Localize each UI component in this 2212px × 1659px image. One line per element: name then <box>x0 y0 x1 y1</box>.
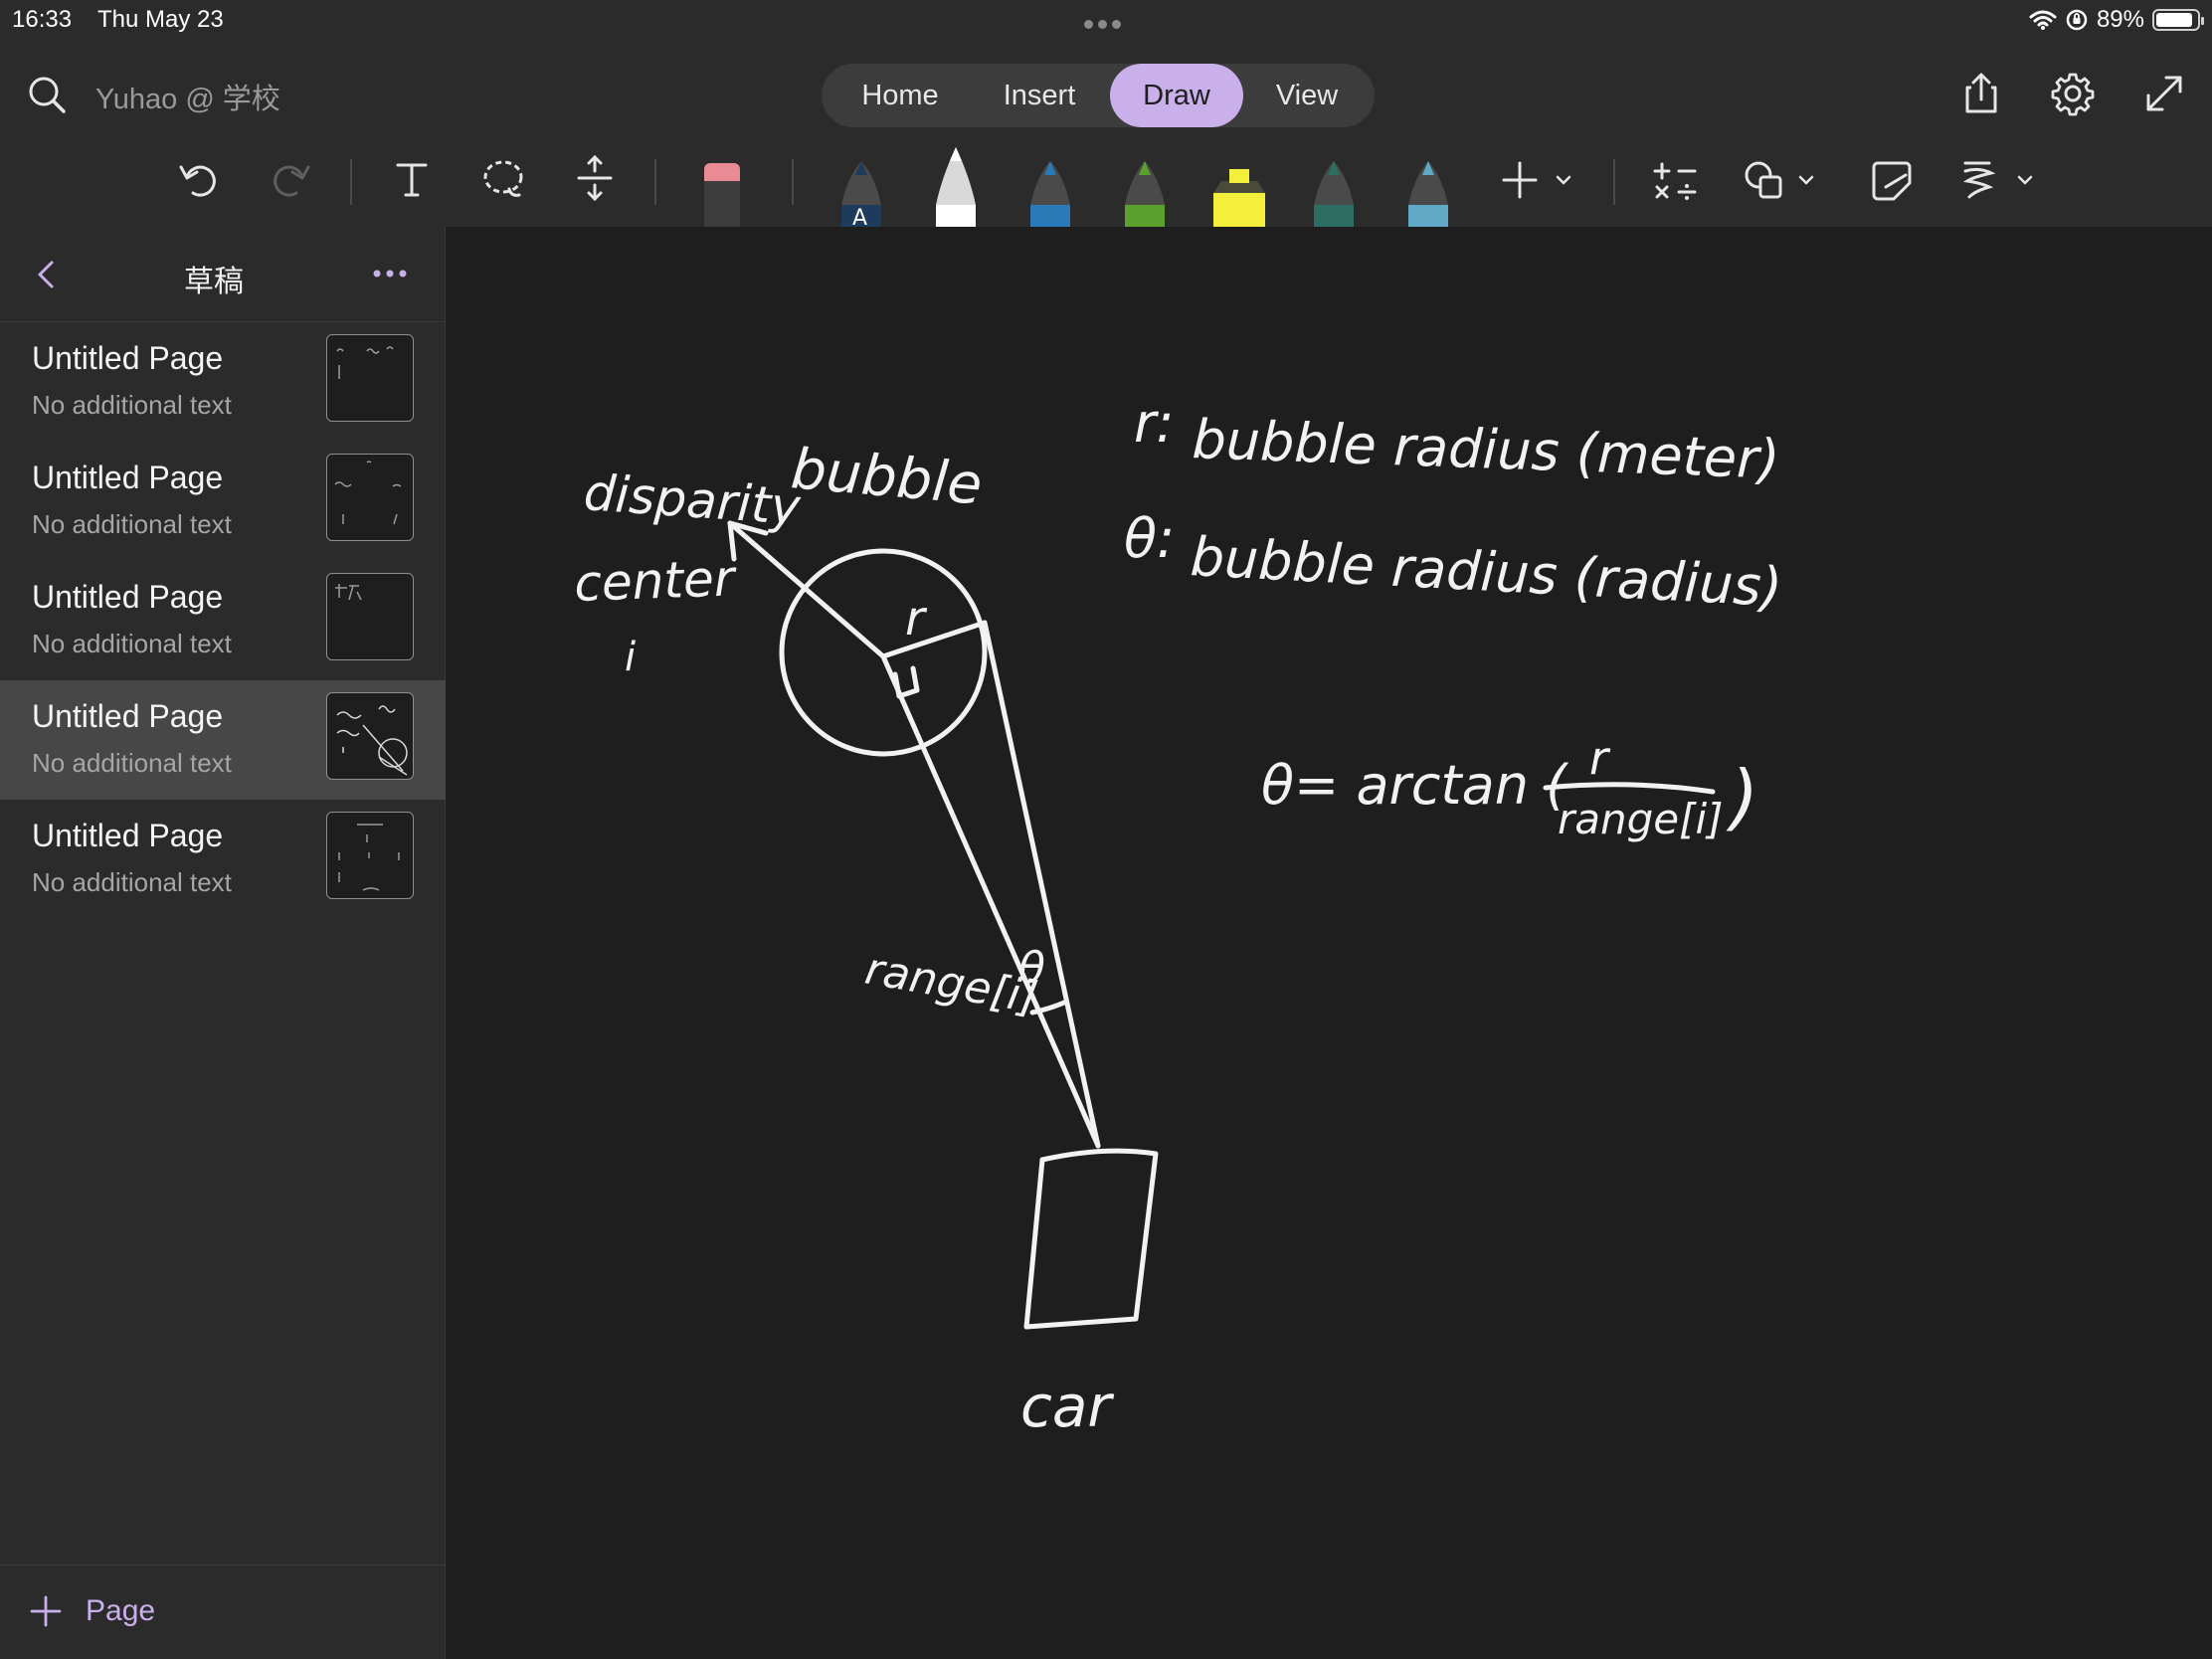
ink-to-shape-icon[interactable] <box>1868 157 1916 205</box>
formula-numerator: r <box>1589 731 1611 785</box>
pen-5-icon[interactable] <box>1213 169 1265 227</box>
status-indicators: 89% <box>2029 4 2204 36</box>
label-index-i: i <box>625 635 636 680</box>
label-car: car <box>1020 1373 1114 1440</box>
settings-gear-icon[interactable] <box>2049 70 2097 117</box>
drawing-canvas[interactable]: disparity bubble center i r r: bubble ra… <box>447 227 2212 1659</box>
status-time: 16:33 <box>12 6 73 33</box>
tangent-line <box>982 620 1101 1149</box>
status-date: Thu May 23 <box>97 6 224 33</box>
pen-3-icon[interactable] <box>1030 161 1070 227</box>
page-title: Untitled Page <box>32 460 224 495</box>
page-list-item[interactable]: Untitled Page No additional text <box>0 322 446 442</box>
ink-to-text-icon[interactable] <box>1959 155 2039 207</box>
math-icon[interactable] <box>1651 157 1699 205</box>
page-preview-text: No additional text <box>32 509 232 539</box>
status-bar: 16:33 Thu May 23 89% <box>0 0 2212 40</box>
toolbar-divider <box>654 159 656 205</box>
formula-left: θ= arctan ( <box>1261 754 1569 817</box>
pen-2-icon[interactable] <box>936 147 976 227</box>
car-rectangle <box>1023 1148 1159 1330</box>
shapes-icon[interactable] <box>1743 157 1822 205</box>
label-bubble: bubble <box>789 437 985 518</box>
add-space-icon[interactable] <box>573 153 617 203</box>
search-icon[interactable] <box>26 74 68 115</box>
draw-toolbar: A <box>0 129 2212 227</box>
pen-6-icon[interactable] <box>1314 161 1354 227</box>
page-list-item[interactable]: Untitled Page No additional text <box>0 561 446 680</box>
page-list-item[interactable]: Untitled Page No additional text <box>0 800 446 919</box>
redo-icon[interactable] <box>267 155 314 203</box>
page-thumbnail <box>326 454 414 541</box>
bubble-circle <box>779 548 988 757</box>
page-title: Untitled Page <box>32 340 224 376</box>
section-title: 草稿 <box>184 266 244 298</box>
more-options-icon[interactable] <box>372 269 408 278</box>
fullscreen-expand-icon[interactable] <box>2140 70 2188 117</box>
add-pen-icon[interactable] <box>1500 159 1579 203</box>
add-page-label: Page <box>86 1594 156 1627</box>
ink-layer[interactable]: disparity bubble center i r r: bubble ra… <box>447 227 2212 1659</box>
toolbar-divider <box>792 159 794 205</box>
page-preview-text: No additional text <box>32 390 232 420</box>
page-title: Untitled Page <box>32 818 224 853</box>
page-list-item-selected[interactable]: Untitled Page No additional text <box>0 680 446 800</box>
formula-right: ) <box>1726 755 1758 838</box>
page-preview-text: No additional text <box>32 629 232 658</box>
tab-home[interactable]: Home <box>835 64 965 127</box>
page-list-item[interactable]: Untitled Page No additional text <box>0 442 446 561</box>
battery-percentage: 89% <box>2096 6 2144 33</box>
plus-icon <box>30 1595 62 1627</box>
page-title: Untitled Page <box>32 579 224 615</box>
label-radius-r: r <box>905 591 928 646</box>
text-icon[interactable] <box>390 157 434 201</box>
def-theta-symbol: θ: <box>1124 507 1175 570</box>
page-preview-text: No additional text <box>32 748 232 778</box>
def-theta-description: bubble radius (radius) <box>1189 525 1783 619</box>
sidebar-footer: Page <box>0 1565 446 1659</box>
tab-insert[interactable]: Insert <box>975 64 1104 127</box>
def-r-symbol: r: <box>1134 392 1174 455</box>
orientation-lock-icon <box>2066 9 2088 31</box>
page-thumbnail <box>326 812 414 899</box>
pen-7-icon[interactable] <box>1408 161 1448 227</box>
svg-text:A: A <box>852 206 867 227</box>
pen-1-icon[interactable]: A <box>841 161 881 227</box>
share-icon[interactable] <box>1957 70 2005 117</box>
page-thumbnail <box>326 334 414 422</box>
def-r-description: bubble radius (meter) <box>1192 408 1781 491</box>
wifi-icon <box>2029 10 2057 30</box>
tab-view[interactable]: View <box>1249 64 1365 127</box>
lasso-select-icon[interactable] <box>479 155 527 203</box>
page-title: Untitled Page <box>32 698 224 734</box>
disparity-arrow <box>727 520 886 659</box>
toolbar-divider <box>1613 159 1615 205</box>
notebook-title[interactable]: Yuhao @ 学校 <box>95 76 280 117</box>
page-thumbnail <box>326 573 414 660</box>
undo-icon[interactable] <box>175 155 223 203</box>
page-thumbnail <box>326 692 414 780</box>
ribbon-tabs: Home Insert Draw View <box>822 64 1375 127</box>
page-list-sidebar: 草稿 Untitled Page No additional text Unti… <box>0 227 446 1659</box>
radius-line <box>880 620 988 659</box>
label-theta: θ <box>1018 943 1045 994</box>
add-page-button[interactable]: Page <box>28 1593 155 1629</box>
tab-draw[interactable]: Draw <box>1110 64 1243 127</box>
pen-tray[interactable]: A <box>831 147 1468 227</box>
formula-denominator: range[i] <box>1558 795 1724 843</box>
label-disparity: disparity <box>582 463 804 536</box>
sidebar-header: 草稿 <box>0 227 446 322</box>
multitasking-dots-icon[interactable] <box>1084 16 1128 29</box>
pen-4-icon[interactable] <box>1125 161 1165 227</box>
toolbar-divider <box>350 159 352 205</box>
page-preview-text: No additional text <box>32 867 232 897</box>
label-center: center <box>573 549 738 613</box>
battery-icon <box>2152 9 2204 31</box>
range-line <box>880 653 1101 1149</box>
fraction-bar <box>1543 782 1716 795</box>
eraser-icon[interactable] <box>700 159 744 227</box>
